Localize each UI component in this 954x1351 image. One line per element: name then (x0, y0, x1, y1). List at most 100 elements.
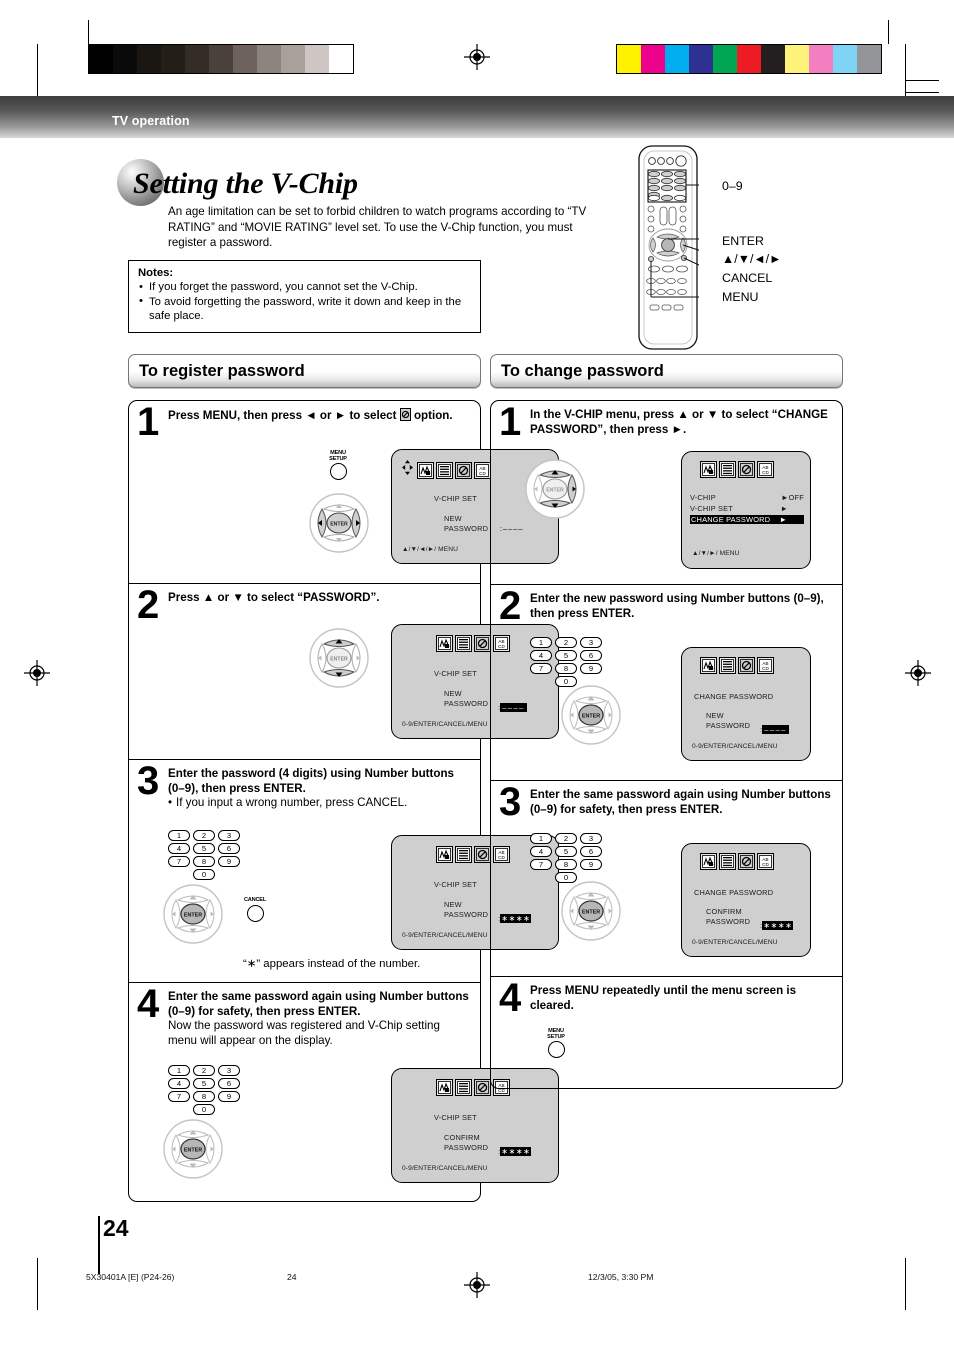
number-key[interactable]: 7 (168, 1091, 190, 1102)
number-key[interactable]: 2 (555, 637, 577, 648)
number-key[interactable]: 6 (218, 1078, 240, 1089)
number-key[interactable]: 9 (580, 663, 602, 674)
number-key[interactable]: 3 (580, 637, 602, 648)
number-key[interactable]: 8 (555, 663, 577, 674)
number-key[interactable]: 4 (530, 650, 552, 661)
channel-settings-icon[interactable] (455, 1079, 472, 1096)
channel-settings-icon[interactable] (719, 853, 736, 870)
number-key[interactable]: 5 (555, 650, 577, 661)
osd-menu-row[interactable]: V-CHIP SET ► (690, 504, 804, 513)
step: 2 Enter the new password using Number bu… (491, 585, 842, 781)
number-key[interactable]: 1 (530, 637, 552, 648)
closed-caption-icon[interactable]: AB CD (757, 461, 774, 478)
picture-settings-icon[interactable] (436, 1079, 453, 1096)
osd-password-value: –––– (762, 725, 789, 734)
picture-settings-icon[interactable] (436, 635, 453, 652)
note-item: If you forget the password, you cannot s… (138, 280, 471, 295)
number-key[interactable]: 2 (555, 833, 577, 844)
number-key[interactable]: 1 (168, 1065, 190, 1076)
step-number: 2 (137, 583, 160, 627)
v-chip-lock-icon[interactable] (474, 1079, 491, 1096)
step-subtext: Now the password was registered and V-Ch… (168, 1019, 440, 1047)
picture-settings-icon[interactable] (417, 461, 434, 479)
number-key[interactable]: 9 (580, 859, 602, 870)
number-key[interactable]: 4 (168, 843, 190, 854)
number-key[interactable]: 6 (218, 843, 240, 854)
color-swatch (785, 45, 809, 73)
v-chip-lock-icon[interactable] (474, 846, 491, 863)
dpad-art-left-right: ENTER (307, 491, 371, 560)
channel-settings-icon[interactable] (719, 461, 736, 478)
number-key[interactable]: 8 (193, 856, 215, 867)
osd-password-cursor-field: : –––– (760, 719, 789, 737)
crop-mark-right-h1 (905, 80, 939, 81)
number-key[interactable]: 6 (580, 846, 602, 857)
number-key[interactable]: 7 (530, 663, 552, 674)
picture-settings-icon[interactable] (700, 853, 717, 870)
closed-caption-icon[interactable]: AB CD (757, 657, 774, 674)
v-chip-lock-icon[interactable] (738, 853, 755, 870)
closed-caption-icon[interactable]: AB CD (474, 461, 491, 479)
step-number: 1 (499, 400, 522, 444)
number-key[interactable]: 4 (530, 846, 552, 857)
v-chip-lock-icon[interactable] (474, 635, 491, 652)
osd-menu-row-selected[interactable]: CHANGE PASSWORD ► (690, 515, 804, 524)
step-bullet-text: If you input a wrong number, press CANCE… (176, 796, 408, 810)
section-header-change: To change password (490, 354, 843, 388)
osd-menu-row[interactable]: V-CHIP ►OFF (690, 493, 804, 502)
number-key[interactable]: 3 (580, 833, 602, 844)
number-key[interactable]: 5 (193, 843, 215, 854)
number-key[interactable]: 5 (193, 1078, 215, 1089)
closed-caption-icon[interactable]: AB CD (757, 853, 774, 870)
number-key[interactable]: 7 (168, 856, 190, 867)
number-key[interactable]: 6 (580, 650, 602, 661)
step-instruction: Press ▲ or ▼ to select “PASSWORD”. (168, 591, 380, 604)
callout-cancel: CANCEL (722, 271, 773, 285)
svg-text:CD: CD (762, 862, 769, 867)
number-key[interactable]: 8 (193, 1091, 215, 1102)
v-chip-lock-icon[interactable] (738, 657, 755, 674)
gray-swatch (89, 45, 113, 73)
number-key[interactable]: 1 (168, 830, 190, 841)
osd-title: V-CHIP SET (434, 669, 477, 678)
osd-footer-hint: 0-9/ENTER/CANCEL/MENU (402, 721, 488, 728)
number-key[interactable]: 3 (218, 830, 240, 841)
number-key[interactable]: 4 (168, 1078, 190, 1089)
step-instruction: Enter the same password again using Numb… (530, 788, 831, 816)
notes-box: Notes: If you forget the password, you c… (128, 260, 481, 333)
step-instruction: Enter the same password again using Numb… (168, 990, 469, 1018)
channel-settings-icon[interactable] (719, 657, 736, 674)
v-chip-lock-icon[interactable] (738, 461, 755, 478)
asterisk-caption: “∗” appears instead of the number. (243, 958, 421, 970)
number-key[interactable]: 8 (555, 859, 577, 870)
number-key[interactable]: 1 (530, 833, 552, 844)
number-key[interactable]: 9 (218, 1091, 240, 1102)
number-key[interactable]: 3 (218, 1065, 240, 1076)
section-header-register: To register password (128, 354, 481, 388)
gray-swatch (281, 45, 305, 73)
number-key[interactable]: 0 (193, 1104, 215, 1115)
osd-title: CHANGE PASSWORD (694, 692, 774, 701)
callout-enter: ENTER (722, 234, 764, 248)
channel-settings-icon[interactable] (455, 846, 472, 863)
color-swatch (809, 45, 833, 73)
svg-text:CD: CD (479, 471, 486, 476)
step-instruction: In the V-CHIP menu, press ▲ or ▼ to sele… (530, 408, 828, 436)
svg-text:CD: CD (762, 666, 769, 671)
number-key[interactable]: 9 (218, 856, 240, 867)
picture-settings-icon[interactable] (700, 657, 717, 674)
step: 1 Press MENU, then press ◄ or ► to selec… (129, 401, 559, 584)
number-key[interactable]: 5 (555, 846, 577, 857)
number-key[interactable]: 2 (193, 1065, 215, 1076)
registration-mark-top (464, 44, 490, 70)
section-header-label: To change password (501, 361, 664, 380)
channel-settings-icon[interactable] (455, 635, 472, 652)
number-key[interactable]: 7 (530, 859, 552, 870)
number-key[interactable]: 2 (193, 830, 215, 841)
picture-settings-icon[interactable] (436, 846, 453, 863)
picture-settings-icon[interactable] (700, 461, 717, 478)
number-key[interactable]: 0 (193, 869, 215, 880)
osd-menu-row-value: ► (780, 504, 788, 513)
v-chip-lock-icon[interactable] (455, 461, 472, 479)
channel-settings-icon[interactable] (436, 461, 453, 479)
